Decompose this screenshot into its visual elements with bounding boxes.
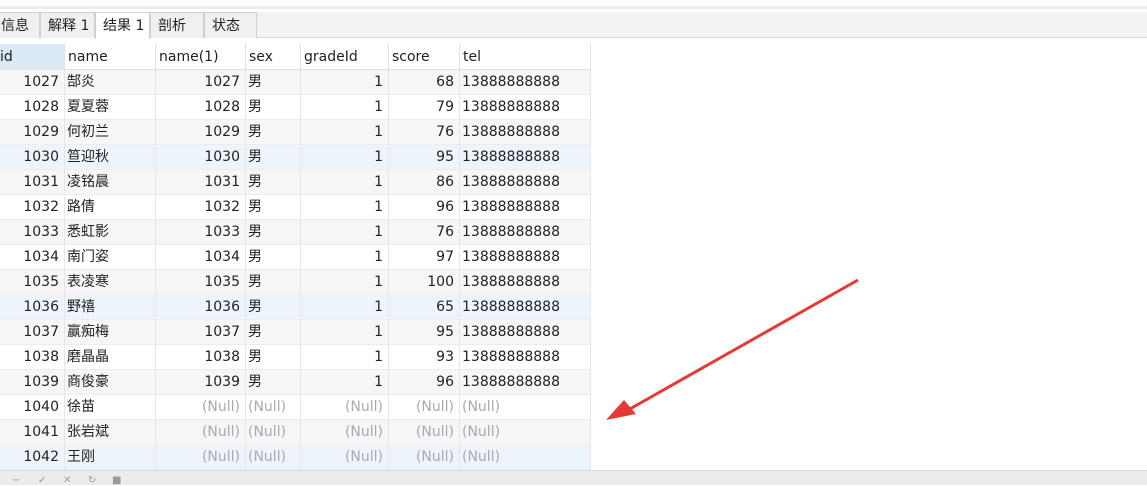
arrow-shaft <box>627 278 859 412</box>
bottom-toolbar: − ✓ ✕ ↻ ■ <box>0 470 1147 486</box>
red-arrow-icon <box>606 278 859 420</box>
arrow-head <box>606 400 636 420</box>
